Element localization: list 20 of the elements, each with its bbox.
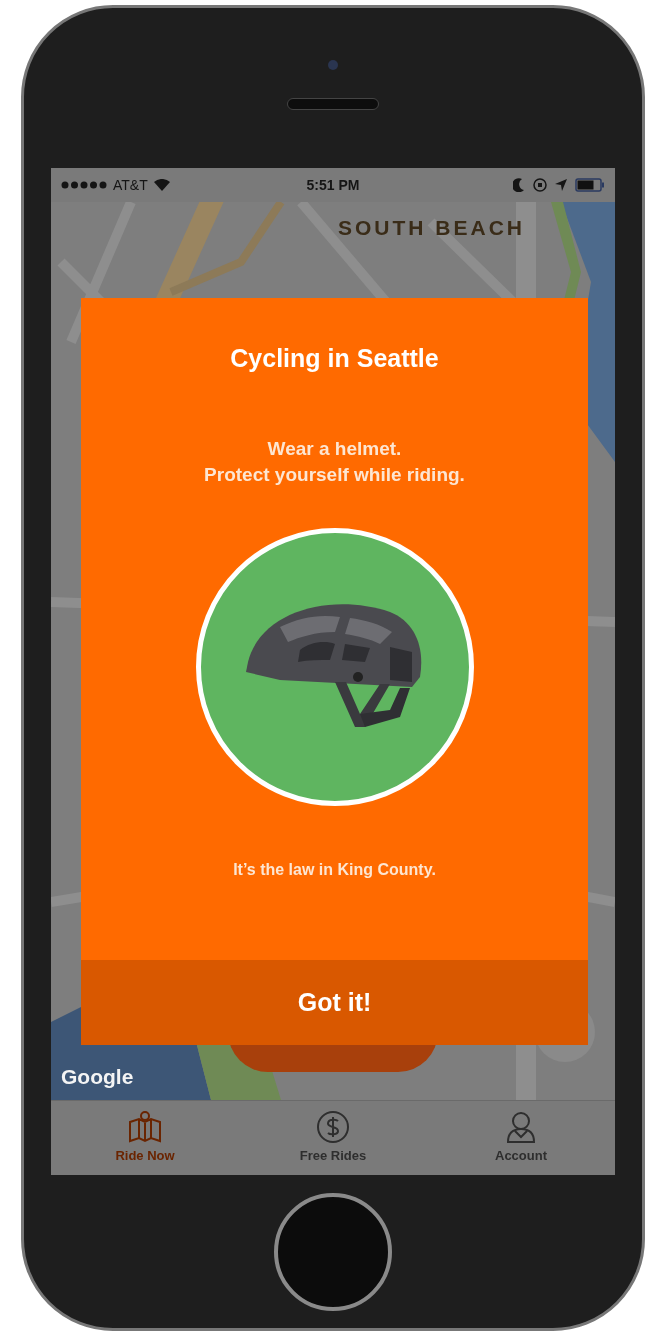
tab-bar-item[interactable]: Account (427, 1101, 615, 1175)
moon-icon (513, 178, 525, 192)
status-time: 5:51 PM (306, 175, 360, 195)
signal-dots-icon (61, 181, 107, 189)
location-arrow-icon (555, 179, 567, 191)
map-area-label: SOUTH BEACH (338, 215, 525, 241)
tab-bar-item[interactable]: Ride Now (51, 1101, 239, 1175)
person-icon (504, 1110, 538, 1145)
map-attribution: Google (61, 1063, 134, 1090)
wifi-icon (153, 179, 170, 191)
carrier-name: AT&T (113, 175, 148, 195)
rotation-lock-icon (533, 178, 547, 192)
map-icon (127, 1110, 163, 1145)
dollar-coin-icon (316, 1110, 350, 1145)
dialog-title: Cycling in Seattle (230, 343, 439, 374)
got-it-button[interactable]: Got it! (81, 960, 588, 1045)
dialog-message: Wear a helmet. Protect yourself while riding. (204, 436, 465, 487)
tab-bar-item[interactable]: Free Rides (239, 1101, 427, 1175)
battery-icon (575, 178, 605, 192)
dialog-footnote: It’s the law in King County. (233, 859, 436, 880)
